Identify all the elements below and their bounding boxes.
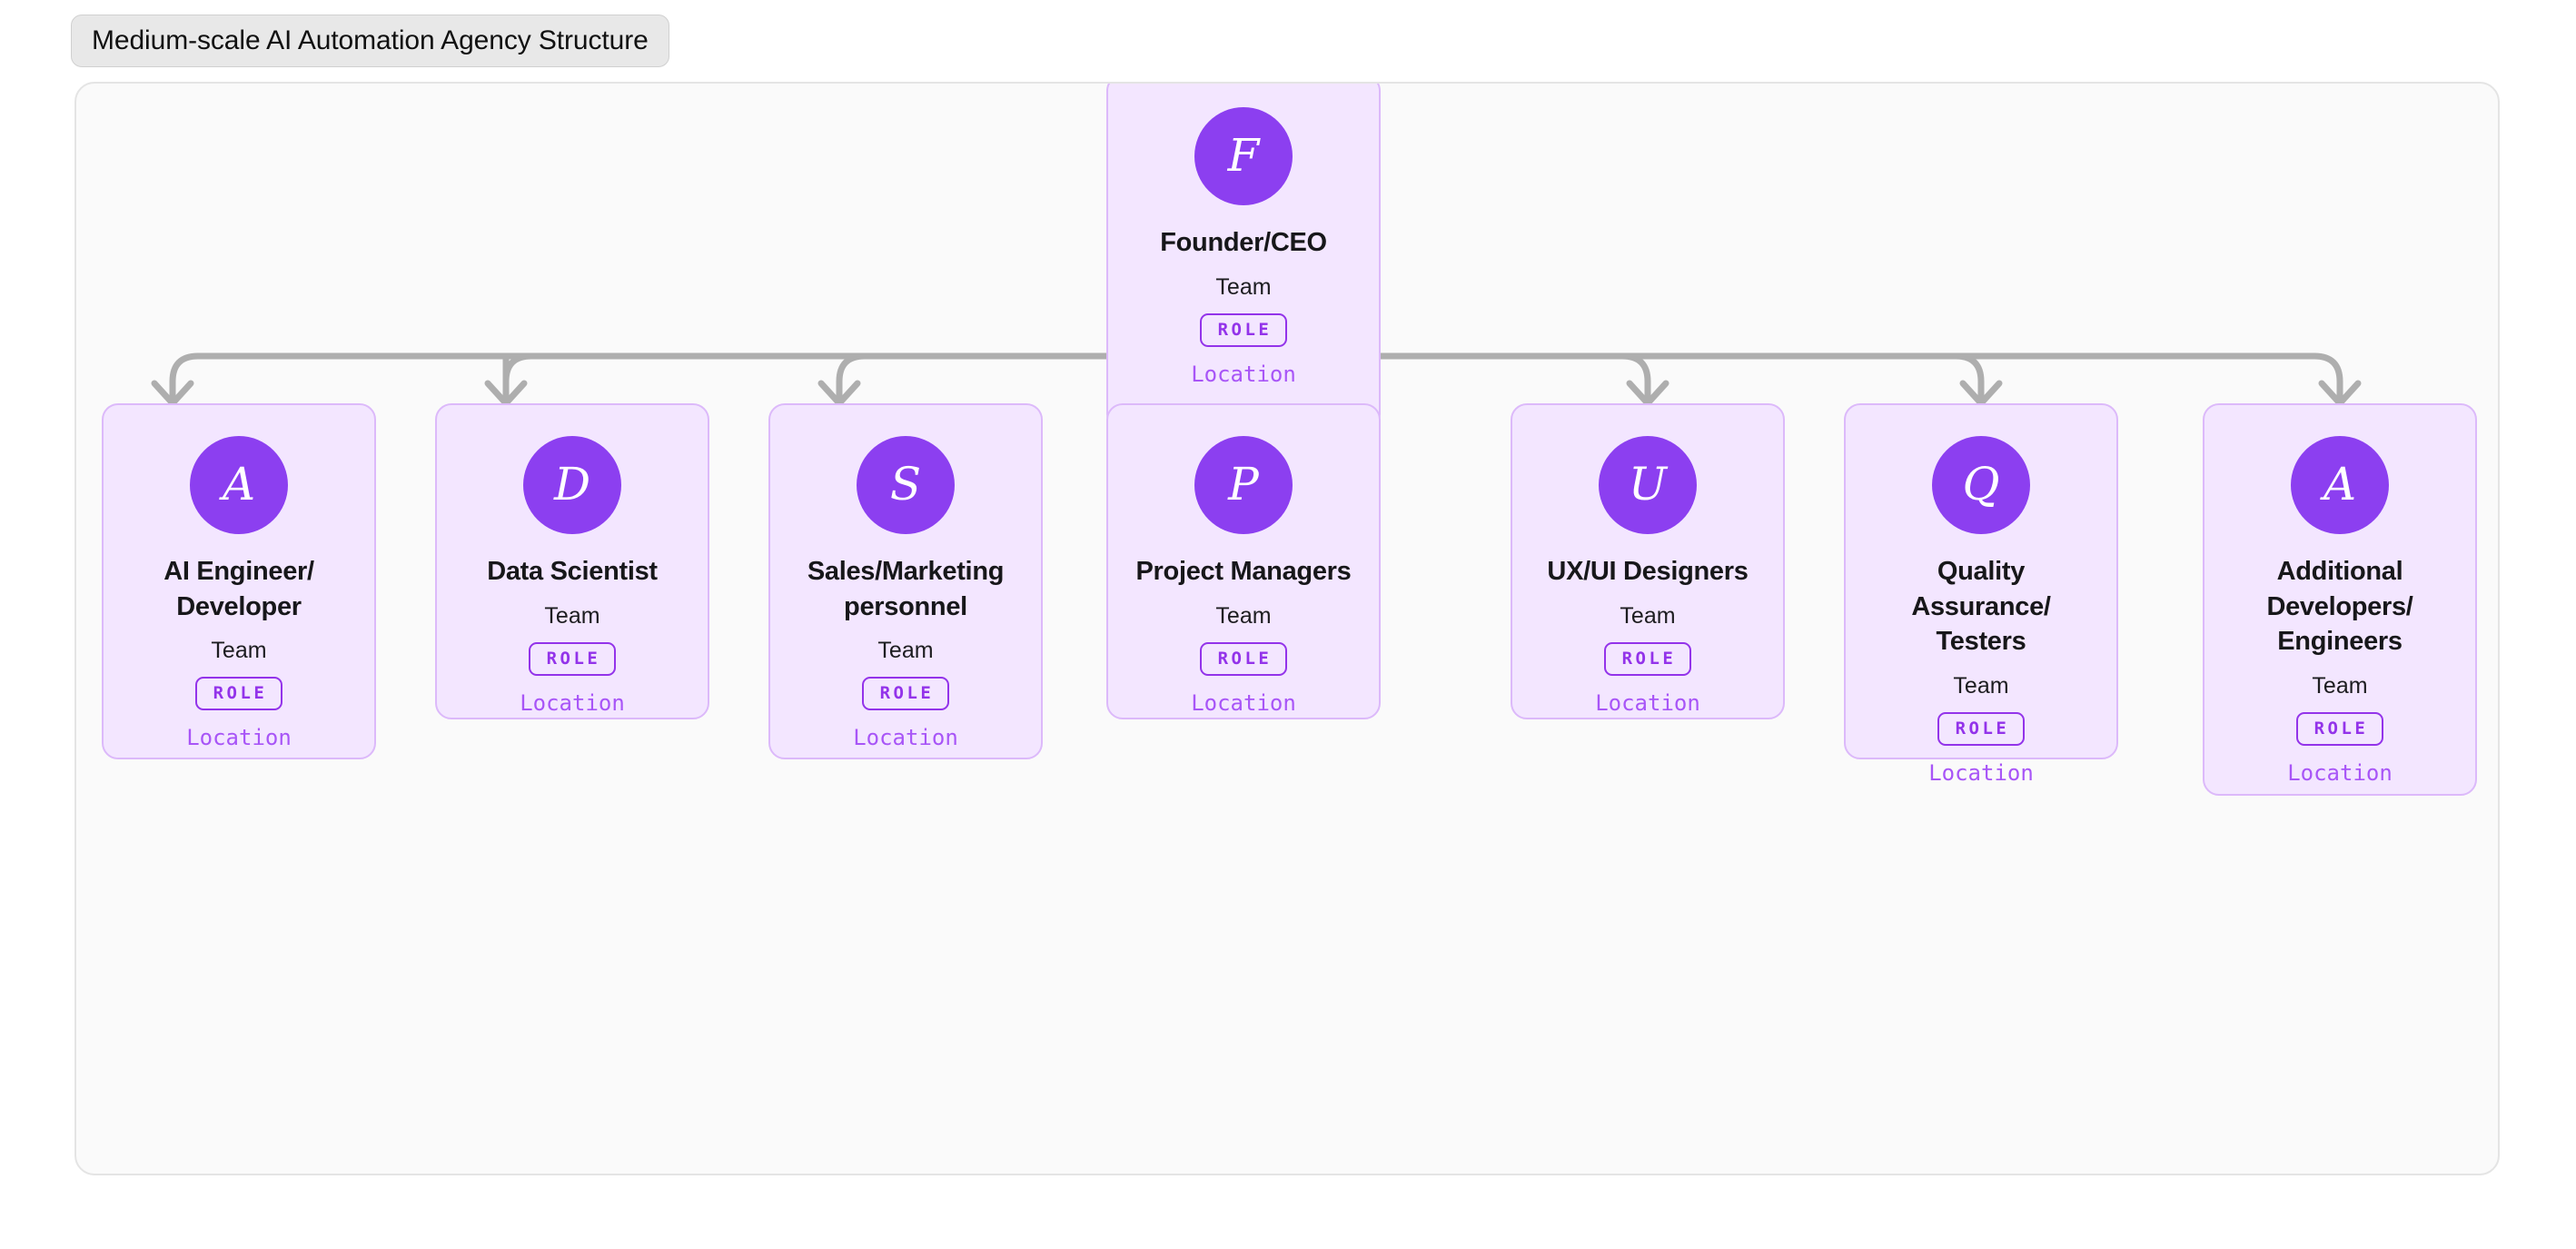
diagram-page: Medium-scale AI Automation Agency Struct… xyxy=(0,0,2576,1249)
role-badge-text: ROLE xyxy=(1217,648,1273,669)
page-title: Medium-scale AI Automation Agency Struct… xyxy=(92,25,649,55)
node-team-label: Team xyxy=(1215,273,1272,300)
node-title: Sales/Marketing personnel xyxy=(807,557,1005,621)
avatar-initial: Q xyxy=(1962,458,2000,511)
org-node-sales-marketing[interactable]: S Sales/Marketing personnel Team ROLE Lo… xyxy=(768,403,1043,759)
node-location: Location xyxy=(520,689,625,716)
avatar: A xyxy=(2291,436,2389,534)
avatar-initial: S xyxy=(889,458,922,511)
org-node-root[interactable]: F Founder/CEO Team ROLE Location xyxy=(1106,84,1381,431)
avatar: A xyxy=(190,436,288,534)
role-badge-text: ROLE xyxy=(546,648,601,669)
node-title: Quality Assurance/ Testers xyxy=(1911,557,2051,657)
avatar-initial: U xyxy=(1628,458,1668,511)
node-location: Location xyxy=(1191,361,1296,387)
node-team-label: Team xyxy=(2312,672,2368,699)
node-location: Location xyxy=(1595,689,1700,716)
node-title: UX/UI Designers xyxy=(1547,557,1749,586)
node-location: Location xyxy=(853,725,958,751)
node-team-label: Team xyxy=(1620,602,1676,629)
avatar-initial: A xyxy=(2323,458,2357,511)
avatar-initial: D xyxy=(553,458,591,511)
node-title: Data Scientist xyxy=(487,557,658,586)
avatar: P xyxy=(1194,436,1293,534)
org-node-ai-engineer[interactable]: A AI Engineer/ Developer Team ROLE Locat… xyxy=(102,403,376,759)
node-team-label: Team xyxy=(1953,672,2009,699)
avatar: F xyxy=(1194,107,1293,205)
node-team-label: Team xyxy=(1215,602,1272,629)
node-location: Location xyxy=(186,725,292,751)
node-title: Founder/CEO xyxy=(1160,228,1327,257)
avatar-initial: P xyxy=(1228,458,1259,511)
role-badge-text: ROLE xyxy=(1217,319,1273,340)
node-team-label: Team xyxy=(877,638,934,664)
node-title: AI Engineer/ Developer xyxy=(163,557,314,621)
org-node-additional-developers[interactable]: A Additional Developers/ Engineers Team … xyxy=(2203,403,2477,796)
org-node-ux-ui-designers[interactable]: U UX/UI Designers Team ROLE Location xyxy=(1511,403,1785,719)
role-badge[interactable]: ROLE xyxy=(1937,711,2026,746)
node-team-label: Team xyxy=(544,602,600,629)
role-badge-text: ROLE xyxy=(2313,718,2369,738)
org-node-quality-assurance[interactable]: Q Quality Assurance/ Testers Team ROLE L… xyxy=(1844,403,2118,786)
diagram-canvas: F Founder/CEO Team ROLE Location A AI En… xyxy=(74,82,2500,1175)
role-badge-text: ROLE xyxy=(213,683,268,704)
role-badge[interactable]: ROLE xyxy=(1603,641,1692,676)
node-location: Location xyxy=(1191,689,1296,716)
avatar-initial: F xyxy=(1227,129,1260,182)
role-badge[interactable]: ROLE xyxy=(1199,641,1288,676)
role-badge-text: ROLE xyxy=(1621,648,1677,669)
org-node-project-managers[interactable]: P Project Managers Team ROLE Location xyxy=(1106,403,1381,719)
node-layer: F Founder/CEO Team ROLE Location A AI En… xyxy=(76,84,2498,1174)
node-team-label: Team xyxy=(211,638,267,664)
diagram-title-chip: Medium-scale AI Automation Agency Struct… xyxy=(71,15,669,67)
node-title: Additional Developers/ Engineers xyxy=(2266,557,2413,657)
avatar-initial: A xyxy=(222,458,256,511)
avatar: D xyxy=(523,436,621,534)
role-badge[interactable]: ROLE xyxy=(2295,711,2384,746)
role-badge[interactable]: ROLE xyxy=(194,677,283,711)
avatar: U xyxy=(1599,436,1697,534)
node-location: Location xyxy=(2287,759,2393,786)
node-title: Project Managers xyxy=(1135,557,1352,586)
org-node-data-scientist[interactable]: D Data Scientist Team ROLE Location xyxy=(435,403,709,719)
node-location: Location xyxy=(1928,759,2034,786)
role-badge[interactable]: ROLE xyxy=(1199,312,1288,347)
role-badge-text: ROLE xyxy=(1955,718,2010,738)
role-badge[interactable]: ROLE xyxy=(528,641,617,676)
role-badge-text: ROLE xyxy=(879,683,935,704)
avatar: Q xyxy=(1932,436,2030,534)
role-badge[interactable]: ROLE xyxy=(861,677,950,711)
avatar: S xyxy=(857,436,955,534)
